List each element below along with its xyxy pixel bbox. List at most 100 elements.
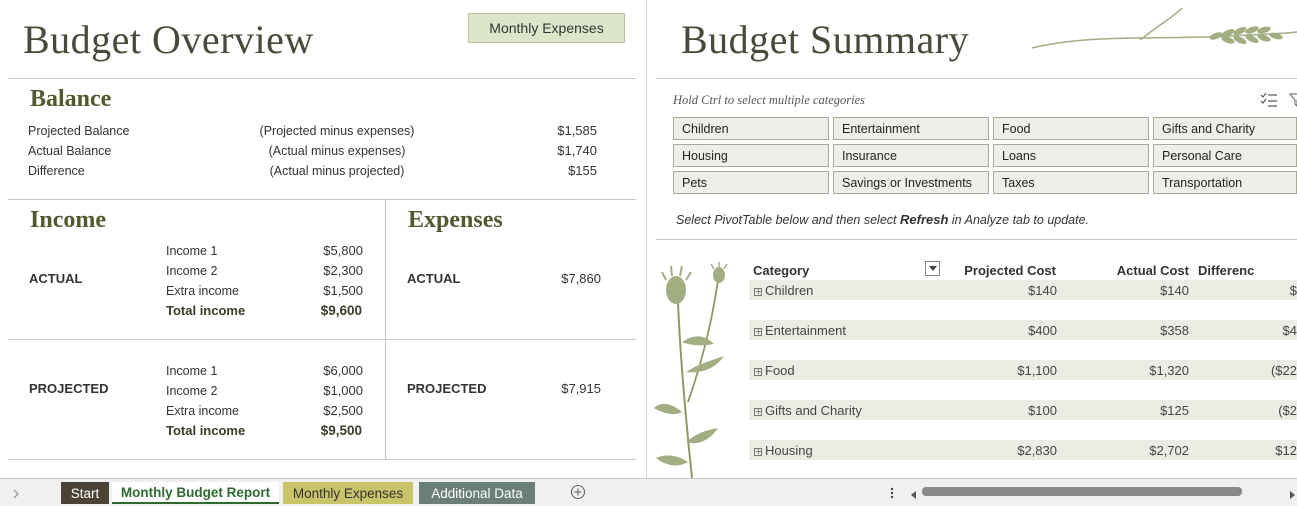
balance-label: Difference [28, 164, 85, 178]
slicer-item-gifts-and-charity[interactable]: Gifts and Charity [1153, 117, 1297, 140]
income-total-value: $9,500 [320, 423, 362, 438]
expand-icon[interactable]: + [754, 448, 762, 456]
pivot-cell-actual: $140 [1160, 283, 1189, 298]
pivot-cell-difference: $4 [1282, 323, 1297, 338]
pivot-cell-projected: $140 [1028, 283, 1057, 298]
category-label: Housing [765, 443, 813, 458]
expenses-projected-label: PROJECTED [407, 381, 487, 396]
income-total-label: Total income [166, 303, 246, 318]
pivot-cell-projected: $400 [1028, 323, 1057, 338]
category-label: Children [765, 283, 814, 298]
income-row-value: $1,000 [323, 383, 363, 398]
pivot-row-category[interactable]: + Gifts and Charity [754, 403, 862, 418]
pivot-cell-projected: $2,830 [1017, 443, 1057, 458]
income-row-value: $2,500 [323, 403, 363, 418]
pivot-header-projected: Projected Cost [964, 263, 1056, 278]
slicer-item-insurance[interactable]: Insurance [833, 144, 989, 167]
panel-separator [646, 0, 647, 478]
tab-scroll-right-icon[interactable] [12, 486, 20, 504]
expand-icon[interactable]: + [754, 288, 762, 296]
expand-icon[interactable]: + [754, 328, 762, 336]
scroll-right-icon[interactable] [1288, 487, 1296, 505]
income-projected-label: PROJECTED [29, 381, 109, 396]
tab-additional-data[interactable]: Additional Data [419, 482, 535, 504]
pivot-cell-actual: $2,702 [1149, 443, 1189, 458]
divider [8, 339, 636, 340]
slicer-item-loans[interactable]: Loans [993, 144, 1149, 167]
divider [656, 78, 1297, 79]
pivot-cell-difference: $ [1289, 283, 1297, 298]
balance-note: (Projected minus expenses) [259, 124, 415, 138]
balance-note: (Actual minus expenses) [268, 144, 406, 158]
slicer-item-housing[interactable]: Housing [673, 144, 829, 167]
income-row-label: Income 2 [166, 384, 218, 398]
pivot-row-category[interactable]: + Food [754, 363, 795, 378]
balance-value: $155 [568, 163, 597, 178]
divider [385, 199, 386, 459]
summary-title: Budget Summary [681, 17, 970, 62]
slicer-item-entertainment[interactable]: Entertainment [833, 117, 989, 140]
pivot-row-category[interactable]: + Entertainment [754, 323, 846, 338]
pivot-cell-difference: $12 [1275, 443, 1297, 458]
income-row-label: Extra income [166, 404, 239, 418]
thistle-decoration [654, 262, 728, 478]
expenses-projected-value: $7,915 [561, 381, 601, 396]
pivot-row-category[interactable]: + Children [754, 283, 813, 298]
category-label: Entertainment [765, 323, 846, 338]
instruction-text: Select PivotTable below and then select [676, 213, 900, 227]
multi-select-icon[interactable] [1259, 91, 1279, 109]
expenses-actual-label: ACTUAL [407, 271, 461, 286]
tab-start[interactable]: Start [61, 482, 109, 504]
scroll-left-icon[interactable] [910, 487, 918, 505]
income-row-label: Income 1 [166, 364, 218, 378]
balance-note: (Actual minus projected) [269, 164, 405, 178]
income-row-value: $2,300 [323, 263, 363, 278]
income-row-value: $6,000 [323, 363, 363, 378]
balance-value: $1,740 [557, 143, 597, 158]
sheet-tab-bar: Start Monthly Budget Report Monthly Expe… [0, 478, 1297, 506]
slicer-item-pets[interactable]: Pets [673, 171, 829, 194]
pivot-header-difference: Differenc [1198, 263, 1255, 278]
plus-circle-icon[interactable] [570, 484, 586, 500]
expand-icon[interactable]: + [754, 408, 762, 416]
divider [656, 239, 1297, 240]
income-row-value: $5,800 [323, 243, 363, 258]
pivot-cell-actual: $358 [1160, 323, 1189, 338]
pivot-cell-actual: $1,320 [1149, 363, 1189, 378]
income-total-value: $9,600 [320, 303, 362, 318]
slicer-item-personal-care[interactable]: Personal Care [1153, 144, 1297, 167]
pivot-header-category: Category [753, 263, 810, 278]
pivot-cell-difference: ($2 [1278, 403, 1297, 418]
pivot-row-category[interactable]: + Housing [754, 443, 813, 458]
balance-label: Actual Balance [28, 144, 112, 158]
monthly-expenses-button[interactable]: Monthly Expenses [468, 13, 625, 43]
divider [8, 199, 636, 200]
pivot-cell-difference: ($22 [1270, 363, 1297, 378]
income-row-label: Income 1 [166, 244, 218, 258]
expenses-title: Expenses [408, 207, 503, 233]
horizontal-scrollbar-thumb[interactable] [922, 487, 1242, 496]
slicer-item-taxes[interactable]: Taxes [993, 171, 1149, 194]
balance-value: $1,585 [557, 123, 597, 138]
wheat-decoration [1031, 7, 1297, 49]
slicer-item-savings-or-investments[interactable]: Savings or Investments [833, 171, 989, 194]
balance-label: Projected Balance [28, 124, 130, 138]
tab-monthly-expenses[interactable]: Monthly Expenses [283, 482, 413, 504]
income-row-label: Extra income [166, 284, 239, 298]
pivot-header-actual: Actual Cost [1116, 263, 1189, 278]
slicer-item-children[interactable]: Children [673, 117, 829, 140]
balance-title: Balance [30, 86, 112, 112]
income-actual-label: ACTUAL [29, 271, 83, 286]
slicer-item-food[interactable]: Food [993, 117, 1149, 140]
expenses-actual-value: $7,860 [561, 271, 601, 286]
slicer-item-transportation[interactable]: Transportation [1153, 171, 1297, 194]
tab-monthly-budget-report[interactable]: Monthly Budget Report [112, 482, 279, 504]
income-row-value: $1,500 [323, 283, 363, 298]
expand-icon[interactable]: + [754, 368, 762, 376]
vertical-dots-icon[interactable] [889, 486, 895, 500]
instruction-refresh: Refresh [900, 212, 949, 227]
pivot-cell-projected: $1,100 [1017, 363, 1057, 378]
pivot-cell-projected: $100 [1028, 403, 1057, 418]
clear-filter-icon[interactable] [1289, 91, 1297, 109]
refresh-instruction: Select PivotTable below and then select … [676, 212, 1089, 227]
